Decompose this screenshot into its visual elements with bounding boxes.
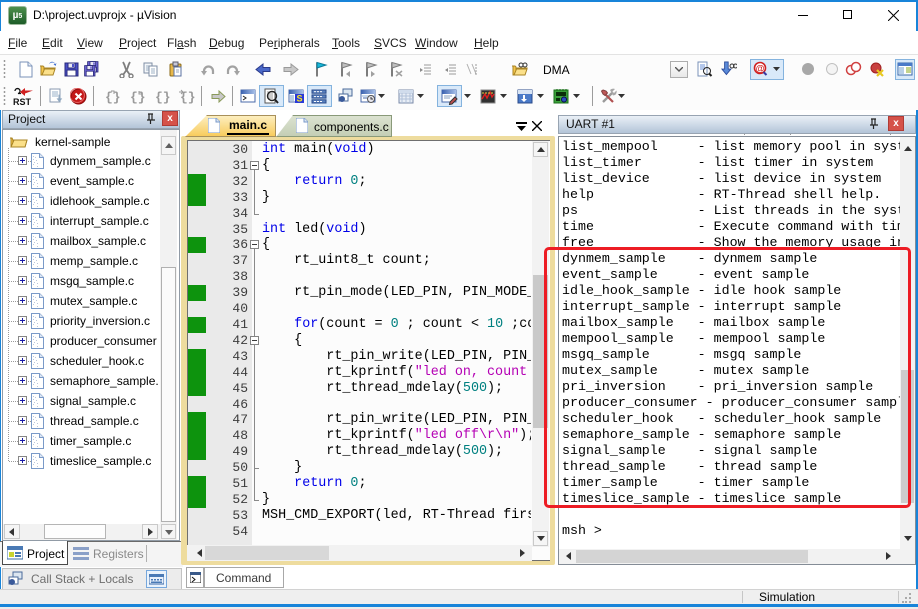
svg-text:RST: RST bbox=[13, 97, 32, 106]
svg-text:{}: {} bbox=[130, 90, 145, 105]
svg-text:@: @ bbox=[756, 64, 765, 74]
svg-text:{}: {} bbox=[105, 90, 120, 105]
svg-text:S: S bbox=[296, 94, 302, 104]
svg-text:{}: {} bbox=[155, 90, 170, 105]
